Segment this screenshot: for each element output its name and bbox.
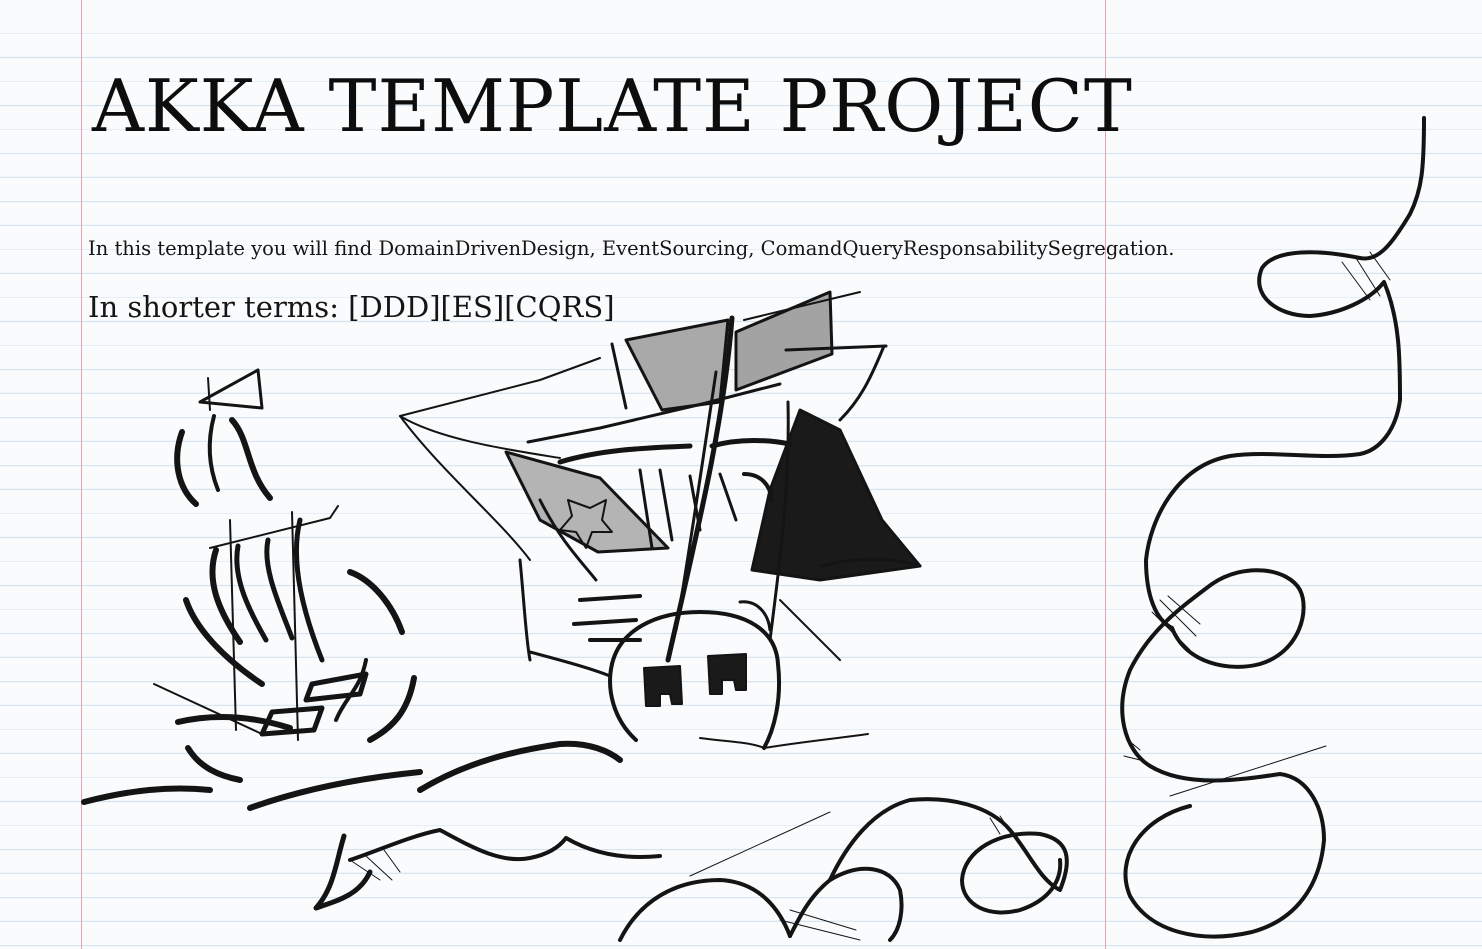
page-title: AKKA TEMPLATE PROJECT — [92, 64, 1133, 148]
galleon-sketch-icon — [399, 290, 922, 750]
ocean-waves-sketch-icon — [81, 740, 662, 911]
intro-paragraph: In this template you will find DomainDri… — [88, 237, 1175, 260]
notebook-page: { "page": { "title": "AKKA TEMPLATE PROJ… — [0, 0, 1482, 949]
left-margin-line — [81, 0, 82, 949]
shorter-terms-text: In shorter terms: [DDD][ES][CQRS] — [88, 290, 615, 324]
ship-sketch-icon — [153, 368, 417, 783]
